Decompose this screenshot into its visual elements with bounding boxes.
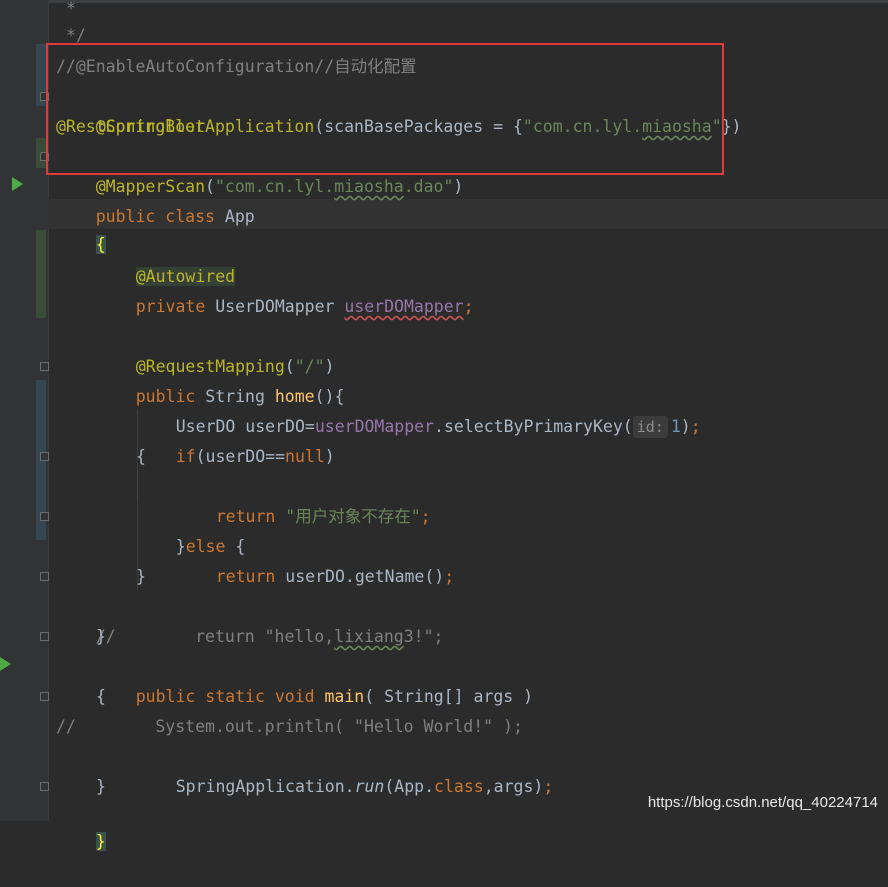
code-line-brace[interactable]: } (96, 622, 106, 652)
parameter-hint: id: (632, 416, 668, 438)
vcs-added-marker[interactable] (36, 230, 46, 318)
code-line-brace[interactable]: { (96, 682, 106, 712)
highlight-annotation-box (46, 43, 724, 175)
fold-toggle-icon[interactable] (40, 572, 49, 581)
editor-top-border (0, 0, 888, 3)
typo-squiggle: lixiang (334, 627, 404, 646)
code-line-home-method[interactable]: public String home(){ (96, 352, 345, 406)
code-line-if[interactable]: if(userDO==null) (136, 412, 335, 466)
fold-toggle-icon[interactable] (40, 362, 49, 371)
field-name: userDOMapper (344, 297, 464, 316)
code-line-return-string[interactable]: return "用户对象不存在"; (176, 472, 431, 526)
watermark-text: https://blog.csdn.net/qq_40224714 (647, 794, 878, 811)
typo-squiggle: miaosha (334, 177, 404, 196)
code-line-brace[interactable]: { (136, 442, 146, 472)
code-line-brace[interactable]: } (136, 562, 146, 592)
code-line-class-decl[interactable]: public class App (56, 172, 255, 226)
run-class-icon[interactable] (12, 177, 23, 191)
matched-brace: } (95, 832, 106, 851)
fold-toggle-icon[interactable] (40, 452, 49, 461)
code-line-select[interactable]: UserDO userDO=userDOMapper.selectByPrima… (136, 382, 701, 438)
code-line-main-method[interactable]: public static void main( String[] args ) (96, 652, 533, 706)
fold-toggle-icon[interactable] (40, 632, 49, 641)
code-line-commented-println[interactable]: // System.out.println( "Hello World!" ); (56, 712, 523, 742)
code-line-else[interactable]: }else { (136, 502, 246, 556)
code-line-requestmapping[interactable]: @RequestMapping("/") (96, 322, 335, 376)
fold-toggle-icon[interactable] (40, 782, 49, 791)
code-line-close-brace[interactable]: } (56, 797, 106, 851)
fold-toggle-icon[interactable] (40, 512, 49, 521)
code-line-open-brace[interactable]: { (56, 200, 106, 254)
code-line-return-name[interactable]: return userDO.getName(); (176, 532, 454, 586)
code-line-commented-return[interactable]: // return "hello,lixiang3!"; (56, 592, 444, 646)
fold-toggle-icon[interactable] (40, 692, 49, 701)
editor-gutter[interactable] (0, 0, 49, 821)
code-line-autowired[interactable]: @Autowired (96, 232, 236, 286)
code-line-field-decl[interactable]: private UserDOMapper userDOMapper; (96, 262, 474, 316)
run-main-icon[interactable] (0, 657, 11, 671)
code-line-spring-run[interactable]: SpringApplication.run(App.class,args); (136, 742, 554, 796)
